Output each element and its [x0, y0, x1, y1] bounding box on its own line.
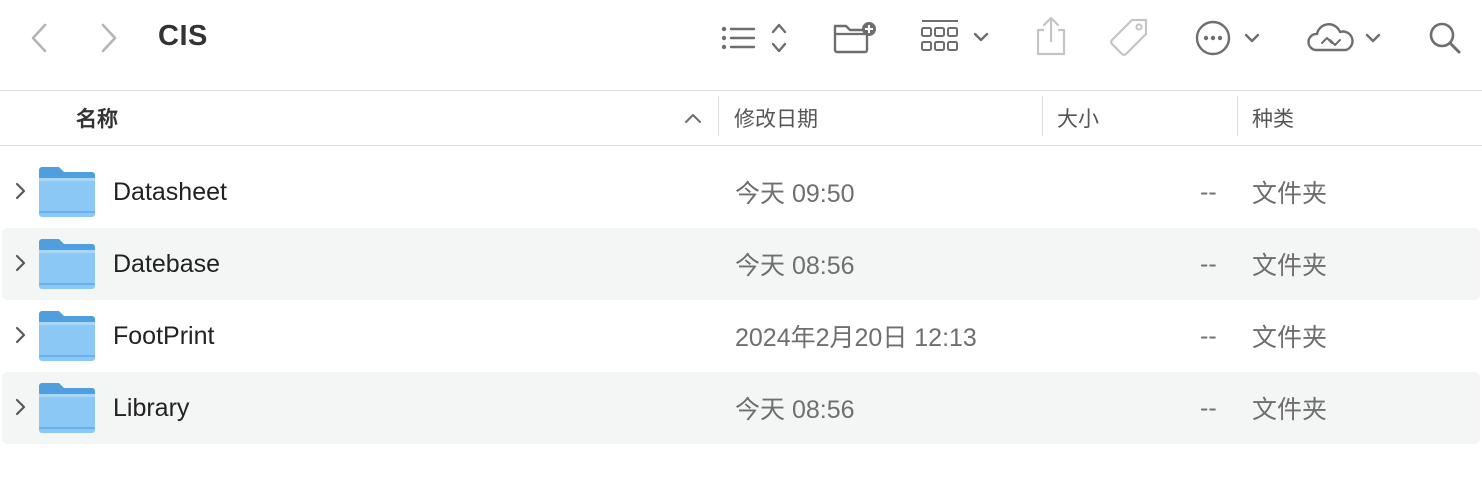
- file-modified: 今天 08:56: [735, 252, 855, 280]
- column-separator[interactable]: [718, 96, 719, 136]
- search-icon: [1429, 22, 1461, 54]
- file-name: FootPrint: [113, 321, 215, 350]
- file-row[interactable]: Datebase 今天 08:56 -- 文件夹: [2, 228, 1480, 300]
- chevron-right-icon: [101, 23, 117, 53]
- forward-button[interactable]: [92, 20, 126, 56]
- icloud-button[interactable]: [1306, 18, 1386, 58]
- file-size: --: [1200, 321, 1217, 350]
- file-name: Datasheet: [113, 177, 227, 206]
- column-separator[interactable]: [1237, 96, 1238, 136]
- disclosure-triangle-icon[interactable]: [13, 181, 27, 201]
- new-folder-button[interactable]: [831, 18, 879, 56]
- window-title: CIS: [158, 20, 208, 52]
- file-row[interactable]: Library 今天 08:56 -- 文件夹: [2, 372, 1480, 444]
- disclosure-triangle-icon[interactable]: [13, 253, 27, 273]
- more-actions-button[interactable]: [1194, 18, 1266, 58]
- file-kind: 文件夹: [1252, 324, 1328, 352]
- view-options-button[interactable]: [718, 20, 794, 56]
- file-size: --: [1200, 249, 1217, 278]
- chevron-left-icon: [31, 23, 47, 53]
- back-button[interactable]: [22, 20, 56, 56]
- share-icon: [1036, 16, 1066, 56]
- column-modified-header[interactable]: 修改日期: [734, 91, 1034, 145]
- group-button[interactable]: [918, 18, 994, 58]
- folder-icon: [39, 239, 95, 289]
- tag-button[interactable]: [1108, 16, 1152, 60]
- file-kind: 文件夹: [1252, 396, 1328, 424]
- file-size: --: [1200, 177, 1217, 206]
- column-name-label: 名称: [76, 108, 118, 131]
- file-row[interactable]: Datasheet 今天 09:50 -- 文件夹: [2, 156, 1480, 228]
- tag-icon: [1110, 18, 1148, 56]
- disclosure-triangle-icon[interactable]: [13, 325, 27, 345]
- file-kind: 文件夹: [1252, 252, 1328, 280]
- disclosure-triangle-icon[interactable]: [13, 397, 27, 417]
- column-size-header[interactable]: 大小: [1057, 91, 1227, 145]
- folder-icon: [39, 383, 95, 433]
- search-button[interactable]: [1425, 18, 1465, 58]
- file-row[interactable]: FootPrint 2024年2月20日 12:13 -- 文件夹: [2, 300, 1480, 372]
- toolbar: CIS: [0, 0, 1482, 90]
- file-name: Library: [113, 393, 190, 422]
- folder-icon: [39, 167, 95, 217]
- column-separator[interactable]: [1042, 96, 1043, 136]
- new-folder-icon: [833, 22, 876, 54]
- header-divider: [0, 145, 1482, 146]
- file-size: --: [1200, 393, 1217, 422]
- list-view-icon: [721, 23, 787, 53]
- file-kind: 文件夹: [1252, 180, 1328, 208]
- folder-icon: [39, 311, 95, 361]
- share-button[interactable]: [1033, 14, 1069, 58]
- file-modified: 2024年2月20日 12:13: [735, 324, 977, 352]
- cloud-sync-icon: [1307, 23, 1381, 52]
- file-name: Datebase: [113, 249, 221, 278]
- column-name-header[interactable]: 名称: [76, 91, 716, 145]
- ellipsis-circle-icon: [1195, 20, 1260, 56]
- file-modified: 今天 08:56: [735, 396, 855, 424]
- sort-ascending-icon: [685, 114, 701, 123]
- file-modified: 今天 09:50: [735, 180, 855, 208]
- column-kind-header[interactable]: 种类: [1252, 91, 1452, 145]
- grid-group-icon: [921, 20, 989, 51]
- column-header: 名称 修改日期 大小 种类: [0, 91, 1482, 145]
